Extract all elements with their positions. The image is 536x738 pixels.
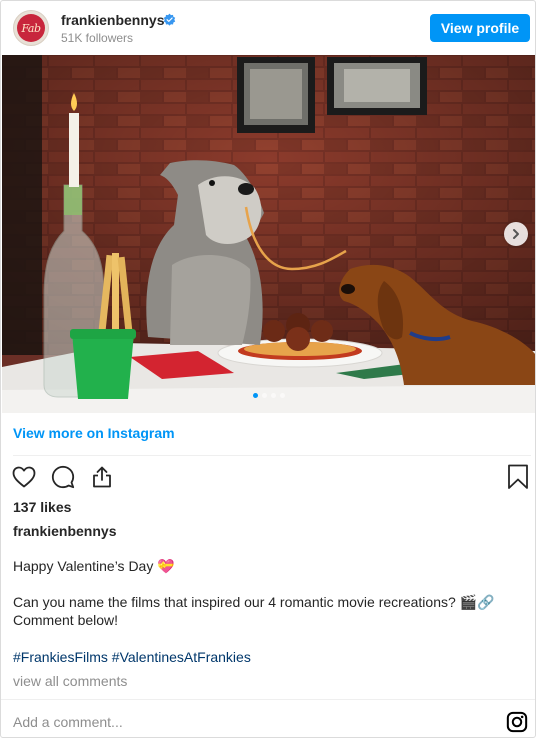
verified-badge-icon	[163, 13, 176, 26]
post-photo[interactable]	[2, 55, 535, 413]
action-bar	[11, 463, 115, 491]
instagram-logo-icon[interactable]	[506, 711, 528, 733]
caption-line-3: Comment below!	[13, 612, 119, 628]
caption-line-1: Happy Valentine’s Day 💝	[13, 558, 175, 574]
divider	[1, 699, 535, 700]
share-button[interactable]	[89, 464, 115, 490]
avatar[interactable]: Fab	[13, 10, 49, 46]
bookmark-icon[interactable]	[507, 464, 529, 490]
comment-button[interactable]	[50, 464, 76, 490]
carousel-next-button[interactable]	[504, 222, 528, 246]
instagram-embed-card: Fab frankienbennys 51K followers View pr…	[0, 0, 536, 738]
carousel-dot-active	[253, 393, 258, 398]
likes-count[interactable]: 137 likes	[13, 499, 71, 515]
caption-username[interactable]: frankienbennys	[13, 523, 116, 539]
divider	[13, 455, 531, 456]
chevron-right-icon	[513, 229, 519, 239]
carousel-dot	[271, 393, 276, 398]
carousel-indicator	[1, 393, 535, 398]
caption-line-2: Can you name the films that inspired our…	[13, 594, 495, 610]
caption-hashtags: #FrankiesFilms #ValentinesAtFrankies	[13, 649, 251, 665]
carousel-dot	[280, 393, 285, 398]
share-icon	[93, 466, 111, 488]
carousel-dot	[262, 393, 267, 398]
comment-icon	[51, 465, 75, 489]
hashtag-link[interactable]: #FrankiesFilms	[13, 649, 108, 665]
add-comment-input[interactable]: Add a comment...	[13, 714, 123, 730]
post-image	[2, 55, 535, 413]
view-all-comments-link[interactable]: view all comments	[13, 673, 127, 689]
followers-count: 51K followers	[61, 31, 134, 45]
view-profile-button[interactable]: View profile	[430, 14, 530, 42]
view-more-on-instagram-link[interactable]: View more on Instagram	[13, 425, 175, 441]
hashtag-link[interactable]: #ValentinesAtFrankies	[112, 649, 251, 665]
like-button[interactable]	[11, 464, 37, 490]
heart-icon	[12, 466, 36, 488]
username[interactable]: frankienbennys	[61, 12, 164, 28]
post-header: Fab frankienbennys 51K followers View pr…	[1, 1, 535, 55]
avatar-logo: Fab	[17, 14, 45, 42]
